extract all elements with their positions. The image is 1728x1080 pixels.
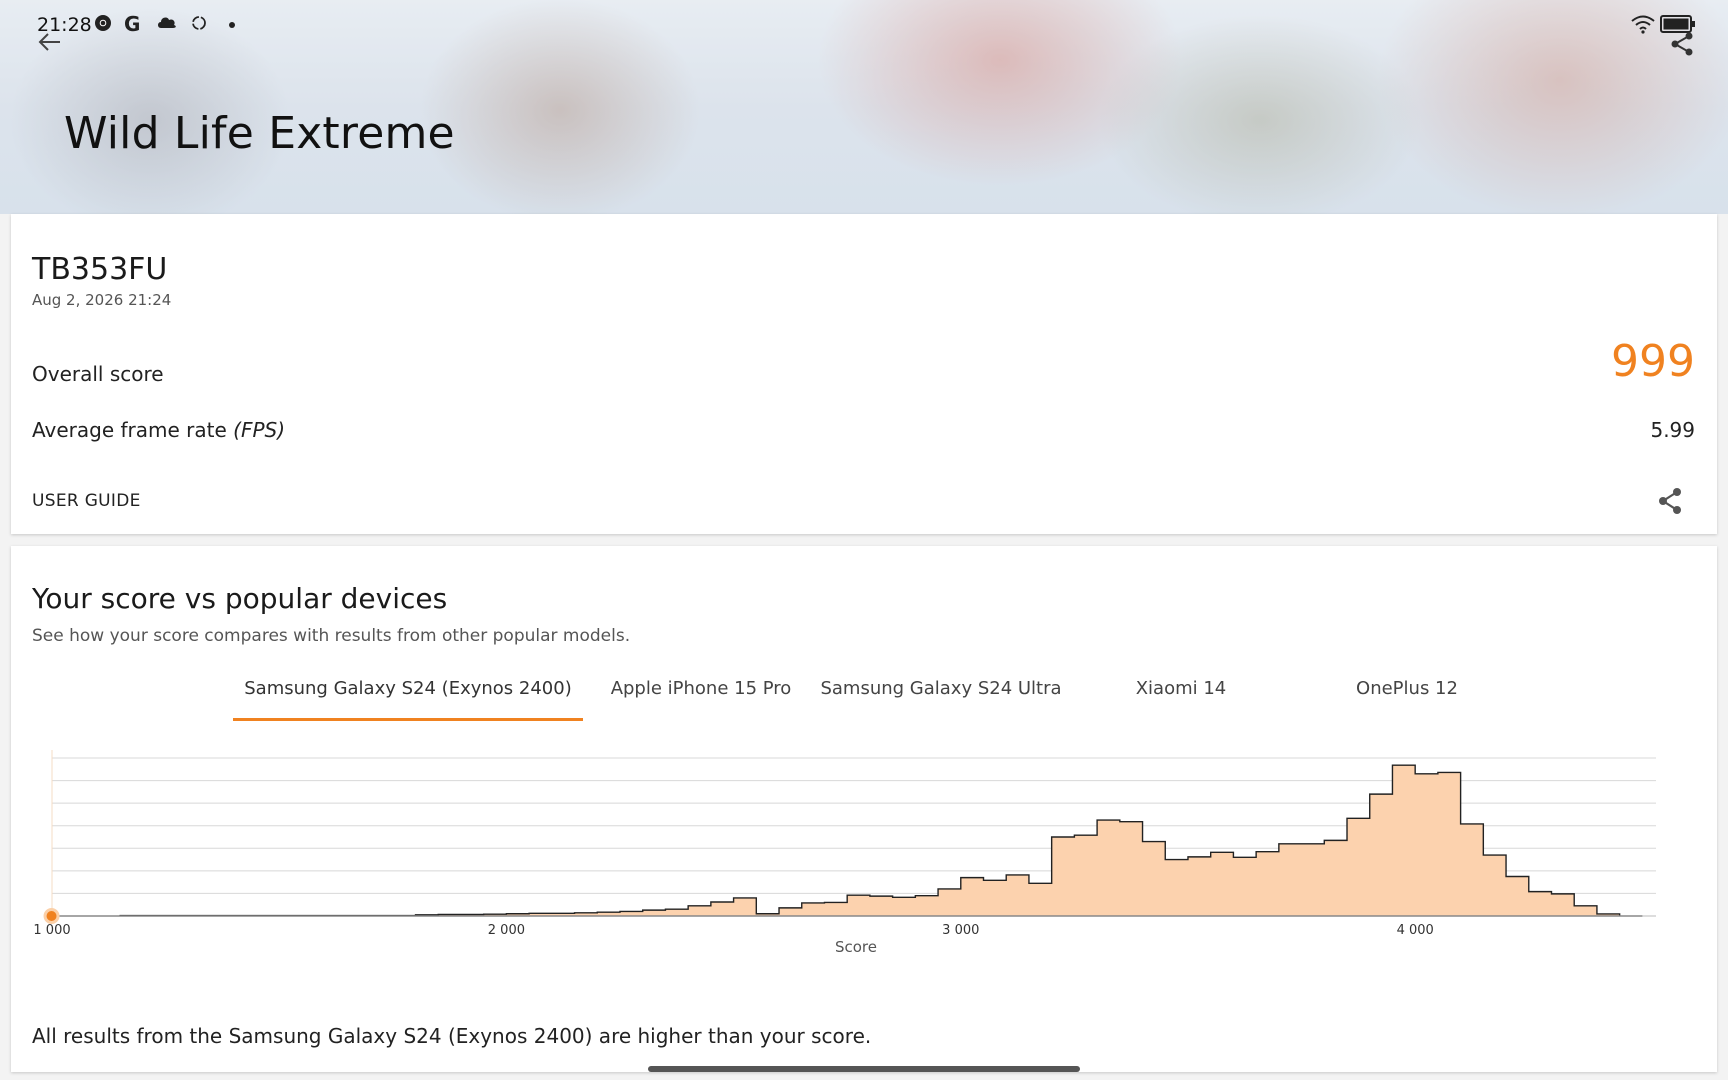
tab-apple-iphone-15-pro[interactable]: Apple iPhone 15 Pro (601, 666, 801, 726)
device-name: TB353FU (32, 252, 168, 287)
section-subtitle: See how your score compares with results… (32, 626, 631, 646)
comparison-note: All results from the Samsung Galaxy S24 … (32, 1024, 872, 1048)
fps-label-text: Average frame rate (32, 418, 234, 442)
fps-value: 5.99 (1650, 418, 1695, 442)
cloud-icon (156, 14, 178, 35)
device-tabs: Samsung Galaxy S24 (Exynos 2400) Apple i… (11, 666, 1717, 726)
fps-unit: (FPS) (233, 418, 286, 442)
x-axis-label: Score (835, 938, 877, 956)
sync-icon (190, 14, 208, 37)
share-icon[interactable] (1655, 486, 1685, 516)
tab-xiaomi-14[interactable]: Xiaomi 14 (1111, 666, 1251, 726)
result-date: Aug 2, 2026 21:24 (32, 291, 172, 309)
dot-icon (228, 14, 236, 37)
x-tick-label: 1 000 (33, 923, 70, 938)
page-title: Wild Life Extreme (64, 108, 455, 159)
overall-score-label: Overall score (32, 362, 164, 386)
fps-label: Average frame rate (FPS) (32, 418, 285, 442)
chrome-icon (94, 14, 112, 37)
tab-oneplus-12[interactable]: OnePlus 12 (1327, 666, 1487, 726)
back-arrow-icon[interactable] (36, 30, 64, 54)
tab-samsung-galaxy-s24-ultra[interactable]: Samsung Galaxy S24 Ultra (811, 666, 1071, 726)
x-tick-label: 3 000 (942, 923, 979, 938)
score-distribution-chart: 1 000 2 000 3 000 4 000 Score (33, 750, 1656, 956)
x-tick-label: 2 000 (488, 923, 525, 938)
section-title: Your score vs popular devices (32, 582, 448, 615)
home-indicator[interactable] (648, 1066, 1080, 1072)
result-card: TB353FU Aug 2, 2026 21:24 Overall score … (11, 214, 1717, 534)
user-score-marker (46, 911, 57, 921)
comparison-card: Your score vs popular devices See how yo… (11, 546, 1717, 1072)
status-bar: 21:28 G (0, 0, 1728, 52)
x-tick-label: 4 000 (1397, 923, 1434, 938)
google-icon: G (124, 12, 141, 36)
overall-score-value: 999 (1611, 336, 1695, 387)
share-icon[interactable] (1668, 30, 1696, 58)
tab-samsung-galaxy-s24-exynos[interactable]: Samsung Galaxy S24 (Exynos 2400) (233, 666, 583, 726)
user-guide-button[interactable]: USER GUIDE (32, 491, 141, 511)
wifi-icon (1630, 14, 1656, 38)
